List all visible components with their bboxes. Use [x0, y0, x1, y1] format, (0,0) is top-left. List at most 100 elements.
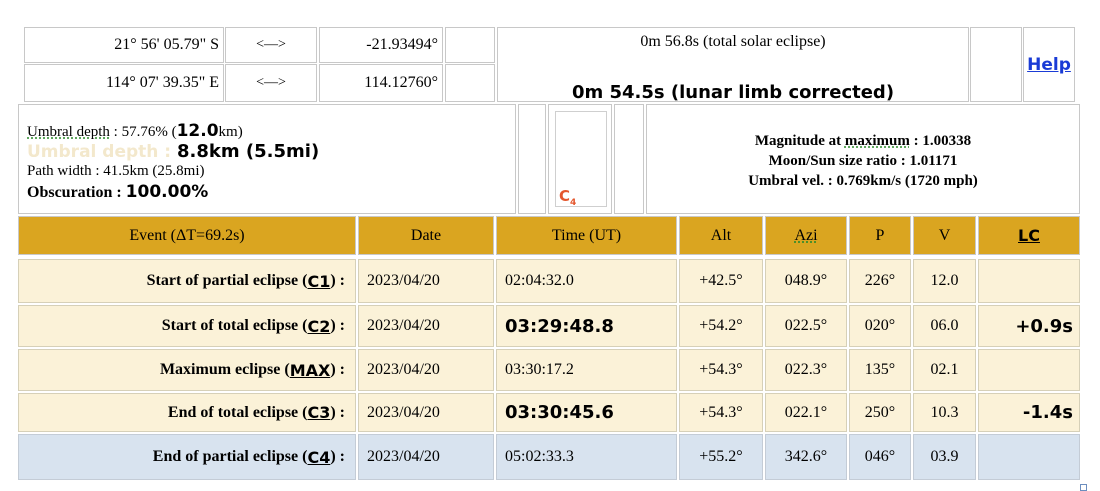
cell-azi: 022.5°	[765, 305, 847, 347]
latitude-decimal-text: -21.93494°	[366, 36, 438, 53]
contact-marker-letter: C	[559, 187, 571, 205]
v-value: 03.9	[930, 448, 959, 465]
p-value: 226°	[864, 272, 896, 289]
cell-time: 05:02:33.3	[496, 434, 677, 480]
col-header-p: P	[849, 216, 911, 255]
cell-event: Maximum eclipse (MAX) :	[18, 349, 356, 391]
col-header-alt: Alt	[679, 216, 763, 255]
col-header-v-text: V	[938, 226, 951, 244]
event-code-link[interactable]: C2	[307, 317, 330, 336]
v-value: 12.0	[930, 272, 959, 289]
cell-v: 03.9	[913, 434, 976, 480]
azi-value: 342.6°	[784, 448, 828, 465]
umbral-depth-percent: : 57.76% (	[109, 124, 177, 140]
cell-date: 2023/04/20	[358, 259, 494, 303]
magnitude-label: Magnitude at	[754, 133, 842, 149]
umbral-depth-panel: Umbral depth : 57.76% (12.0km) Umbral de…	[18, 104, 516, 214]
event-code-link[interactable]: MAX	[290, 361, 331, 380]
event-code-link[interactable]: C4	[307, 448, 330, 467]
cell-time: 03:30:17.2	[496, 349, 677, 391]
corner-resize-handle	[1080, 484, 1087, 491]
magnitude-maximum-word: maximum	[844, 133, 910, 149]
p-value: 250°	[864, 403, 896, 421]
cell-azi: 342.6°	[765, 434, 847, 480]
longitude-convert-arrow: <—>	[225, 64, 317, 102]
event-label-tail: ) :	[330, 403, 345, 421]
cell-lc	[978, 349, 1080, 391]
cell-event: Start of partial eclipse (C1) :	[18, 259, 356, 303]
longitude-dms: 114° 07' 39.35" E	[24, 64, 224, 102]
col-header-date-text: Date	[410, 226, 442, 244]
alt-value: +55.2°	[699, 448, 743, 465]
empty-cell	[518, 104, 546, 214]
help-link[interactable]: Help	[1027, 55, 1071, 75]
cell-alt: +55.2°	[679, 434, 763, 480]
event-code-link[interactable]: C1	[307, 272, 330, 291]
event-label-tail: ) :	[330, 317, 345, 334]
alt-value: +42.5°	[699, 272, 743, 289]
event-label-tail: ) :	[330, 448, 345, 465]
event-label: End of total eclipse (	[167, 403, 308, 421]
umbral-depth-ghost-label: Umbral depth :	[27, 142, 178, 162]
event-code-link[interactable]: C3	[307, 403, 330, 422]
col-header-azi: Azi	[765, 216, 847, 255]
event-label: Start of partial eclipse (	[146, 272, 308, 289]
cell-event: Start of total eclipse (C2) :	[18, 305, 356, 347]
col-header-lc[interactable]: LC	[978, 216, 1080, 255]
cell-alt: +54.3°	[679, 349, 763, 391]
cell-lc: +0.9s	[978, 305, 1080, 347]
obscuration-label: Obscuration :	[27, 184, 126, 201]
time-value: 05:02:33.3	[505, 448, 574, 465]
cell-alt: +54.2°	[679, 305, 763, 347]
umbral-depth-label: Umbral depth	[27, 124, 110, 140]
obscuration-line: Obscuration : 100.00%	[27, 182, 208, 202]
col-header-azi-text: Azi	[794, 226, 818, 244]
v-value: 06.0	[930, 317, 959, 334]
v-value: 10.3	[930, 403, 959, 421]
magnitude-panel: Magnitude at maximum : 1.00338 Moon/Sun …	[646, 104, 1080, 214]
event-label: Maximum eclipse (	[159, 361, 290, 378]
p-value: 046°	[864, 448, 896, 465]
double-arrow-icon: <—>	[256, 37, 286, 52]
alt-value: +54.3°	[699, 361, 743, 378]
obscuration-value: 100.00%	[125, 182, 209, 202]
cell-time: 02:04:32.0	[496, 259, 677, 303]
v-value: 02.1	[930, 361, 959, 378]
eclipse-duration-panel: 0m 56.8s (total solar eclipse) 0m 54.5s …	[497, 27, 969, 103]
empty-cell	[614, 104, 644, 214]
col-header-event: Event (ΔT=69.2s)	[18, 216, 356, 255]
col-header-p-text: P	[875, 226, 885, 244]
time-value: 03:30:17.2	[505, 361, 574, 378]
cell-v: 02.1	[913, 349, 976, 391]
event-label-tail: ) :	[330, 361, 345, 378]
latitude-dms: 21° 56' 05.79" S	[24, 27, 224, 63]
cell-v: 10.3	[913, 393, 976, 432]
p-value: 135°	[864, 361, 896, 378]
cell-p: 226°	[849, 259, 911, 303]
cell-date: 2023/04/20	[358, 305, 494, 347]
col-header-lc-text[interactable]: LC	[1018, 226, 1040, 245]
col-header-time-text: Time (UT)	[551, 226, 622, 244]
umbral-depth-line: Umbral depth : 57.76% (12.0km)	[27, 121, 243, 141]
path-width: Path width : 41.5km (25.8mi)	[27, 163, 205, 179]
empty-cell	[445, 27, 495, 63]
umbral-depth-km: 12.0	[176, 121, 219, 141]
azi-value: 022.3°	[784, 361, 828, 378]
umbral-depth-alt-value: 8.8km (5.5mi)	[177, 141, 320, 162]
latitude-convert-arrow: <—>	[225, 27, 317, 63]
date-value: 2023/04/20	[367, 448, 440, 465]
cell-p: 020°	[849, 305, 911, 347]
umbral-depth-unit: km)	[218, 124, 243, 140]
col-header-date: Date	[358, 216, 494, 255]
cell-event: End of total eclipse (C3) :	[18, 393, 356, 432]
contact-marker-subscript: 4	[570, 198, 577, 208]
p-value: 020°	[864, 317, 896, 334]
double-arrow-icon: <—>	[256, 75, 286, 90]
time-value: 03:30:45.6	[505, 402, 614, 423]
date-value: 2023/04/20	[367, 361, 440, 378]
date-value: 2023/04/20	[367, 403, 440, 421]
magnitude-line: Magnitude at maximum : 1.00338	[647, 133, 1079, 150]
latitude-dms-text: 21° 56' 05.79" S	[114, 36, 219, 53]
azi-value: 022.5°	[784, 317, 828, 334]
cell-lc	[978, 434, 1080, 480]
